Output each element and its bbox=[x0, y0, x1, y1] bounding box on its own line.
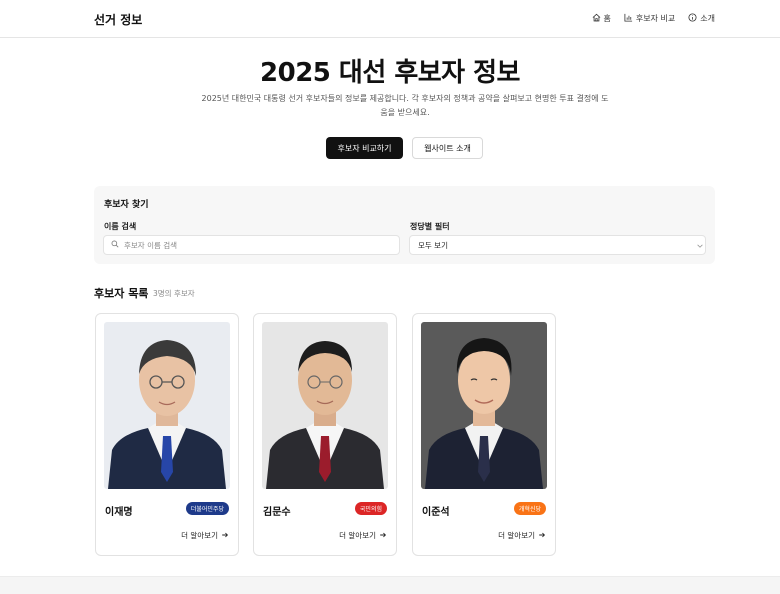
candidate-name: 김문수 bbox=[263, 507, 291, 518]
about-site-button[interactable]: 웹사이트 소개 bbox=[412, 137, 483, 159]
top-nav: 홈 후보자 비교 소개 bbox=[592, 13, 715, 24]
search-panel-title: 후보자 찾기 bbox=[104, 200, 149, 210]
candidate-name: 이재명 bbox=[105, 507, 133, 518]
nav-label-home: 홈 bbox=[603, 14, 611, 23]
compare-candidates-button[interactable]: 후보자 비교하기 bbox=[326, 137, 403, 159]
party-badge: 개혁신당 bbox=[513, 502, 546, 515]
top-header: 선거 정보 홈 후보자 비교 소개 bbox=[0, 0, 780, 38]
learn-more-label: 더 알아보기 bbox=[181, 531, 218, 540]
candidate-card[interactable]: 이준석 개혁신당 더 알아보기 bbox=[412, 313, 556, 556]
candidate-card[interactable]: 김문수 국민의힘 더 알아보기 bbox=[253, 313, 397, 556]
info-icon bbox=[688, 13, 697, 24]
page-footer bbox=[0, 576, 780, 594]
nav-label-about: 소개 bbox=[700, 14, 715, 23]
candidate-count: 3명의 후보자 bbox=[153, 289, 195, 298]
learn-more-link[interactable]: 더 알아보기 bbox=[498, 530, 546, 541]
chevron-down-icon bbox=[689, 242, 703, 250]
candidate-list-title: 후보자 목록 bbox=[94, 287, 149, 300]
name-search-placeholder: 후보자 이름 검색 bbox=[124, 240, 178, 250]
nav-item-compare[interactable]: 후보자 비교 bbox=[624, 13, 675, 24]
learn-more-link[interactable]: 더 알아보기 bbox=[181, 530, 229, 541]
party-badge: 더불어민주당 bbox=[185, 502, 229, 515]
candidate-name: 이준석 bbox=[422, 507, 450, 518]
party-filter-label: 정당별 필터 bbox=[410, 222, 450, 231]
learn-more-label: 더 알아보기 bbox=[498, 531, 535, 540]
learn-more-link[interactable]: 더 알아보기 bbox=[339, 530, 387, 541]
candidate-photo bbox=[421, 322, 547, 489]
name-search-label: 이름 검색 bbox=[104, 222, 137, 231]
candidate-search-panel: 후보자 찾기 이름 검색 후보자 이름 검색 정당별 필터 모두 보기 bbox=[94, 186, 715, 264]
candidate-photo bbox=[104, 322, 230, 489]
name-search-input[interactable]: 후보자 이름 검색 bbox=[103, 235, 400, 255]
home-icon bbox=[592, 13, 601, 24]
candidate-photo bbox=[262, 322, 388, 489]
page-description: 2025년 대한민국 대통령 선거 후보자들의 정보를 제공합니다. 각 후보자… bbox=[201, 94, 609, 117]
nav-item-about[interactable]: 소개 bbox=[688, 13, 715, 24]
search-icon bbox=[104, 240, 124, 250]
bar-chart-icon bbox=[624, 13, 633, 24]
party-filter-select[interactable]: 모두 보기 bbox=[409, 235, 706, 255]
site-logo[interactable]: 선거 정보 bbox=[94, 11, 142, 28]
arrow-right-icon bbox=[221, 531, 229, 541]
arrow-right-icon bbox=[538, 531, 546, 541]
candidate-card[interactable]: 이재명 더불어민주당 더 알아보기 bbox=[95, 313, 239, 556]
party-filter-value: 모두 보기 bbox=[418, 240, 448, 250]
learn-more-label: 더 알아보기 bbox=[339, 531, 376, 540]
nav-item-home[interactable]: 홈 bbox=[592, 13, 611, 24]
page-title: 2025 대선 후보자 정보 bbox=[260, 58, 520, 88]
arrow-right-icon bbox=[379, 531, 387, 541]
party-badge: 국민의힘 bbox=[354, 502, 387, 515]
nav-label-compare: 후보자 비교 bbox=[635, 14, 676, 23]
